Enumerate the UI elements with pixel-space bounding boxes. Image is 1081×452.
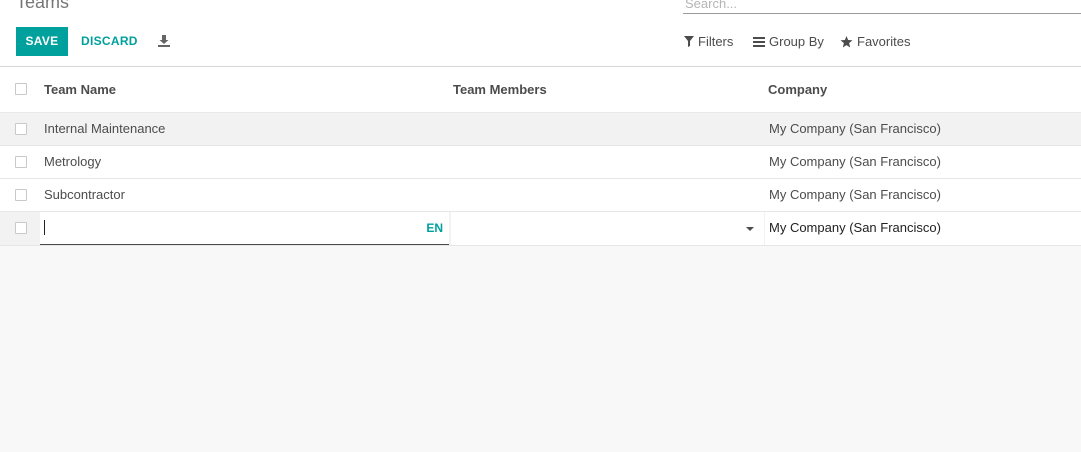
company-field[interactable]: My Company (San Francisco) [765, 212, 1081, 245]
table-header: Team Name Team Members Company [0, 67, 1081, 113]
select-all-checkbox[interactable] [15, 83, 27, 95]
bars-icon [753, 36, 765, 47]
team-name-input[interactable]: EN [40, 212, 449, 245]
table-row[interactable]: Metrology My Company (San Francisco) [0, 146, 1081, 179]
filters-button[interactable]: Filters [684, 27, 733, 56]
text-cursor [44, 220, 45, 235]
company-cell: My Company (San Francisco) [769, 154, 941, 169]
star-icon [840, 35, 853, 48]
company-cell: My Company (San Francisco) [769, 121, 941, 136]
column-header-team-members[interactable]: Team Members [453, 82, 547, 97]
company-value: My Company (San Francisco) [769, 220, 941, 235]
favorites-button[interactable]: Favorites [840, 27, 910, 56]
filters-label: Filters [698, 34, 734, 49]
search-box [683, 0, 1081, 14]
row-checkbox[interactable] [15, 189, 27, 201]
column-header-team-name[interactable]: Team Name [44, 82, 116, 97]
group-by-button[interactable]: Group By [753, 27, 824, 56]
caret-down-icon[interactable] [746, 227, 754, 231]
editable-row: EN My Company (San Francisco) [0, 212, 1081, 246]
column-header-company[interactable]: Company [768, 82, 827, 97]
row-checkbox[interactable] [15, 123, 27, 135]
search-input[interactable] [683, 0, 1077, 12]
filter-icon [684, 36, 694, 47]
control-panel: Teams SAVE DISCARD Filters Group By Favo… [0, 0, 1081, 67]
discard-button[interactable]: DISCARD [81, 27, 138, 56]
row-checkbox[interactable] [15, 156, 27, 168]
table-row[interactable]: Subcontractor My Company (San Francisco) [0, 179, 1081, 212]
page-title[interactable]: Teams [16, 0, 69, 13]
row-checkbox[interactable] [15, 222, 27, 234]
team-name-cell: Internal Maintenance [44, 121, 166, 136]
language-toggle[interactable]: EN [426, 221, 443, 235]
favorites-label: Favorites [857, 34, 911, 49]
group-by-label: Group By [769, 34, 824, 49]
team-name-cell: Metrology [44, 154, 102, 169]
table-row[interactable]: Internal Maintenance My Company (San Fra… [0, 113, 1081, 146]
download-icon[interactable] [157, 34, 171, 48]
company-cell: My Company (San Francisco) [769, 187, 941, 202]
team-members-select[interactable] [451, 212, 764, 245]
teams-table: Team Name Team Members Company Internal … [0, 67, 1081, 246]
save-button[interactable]: SAVE [16, 27, 68, 56]
team-name-cell: Subcontractor [44, 187, 125, 202]
